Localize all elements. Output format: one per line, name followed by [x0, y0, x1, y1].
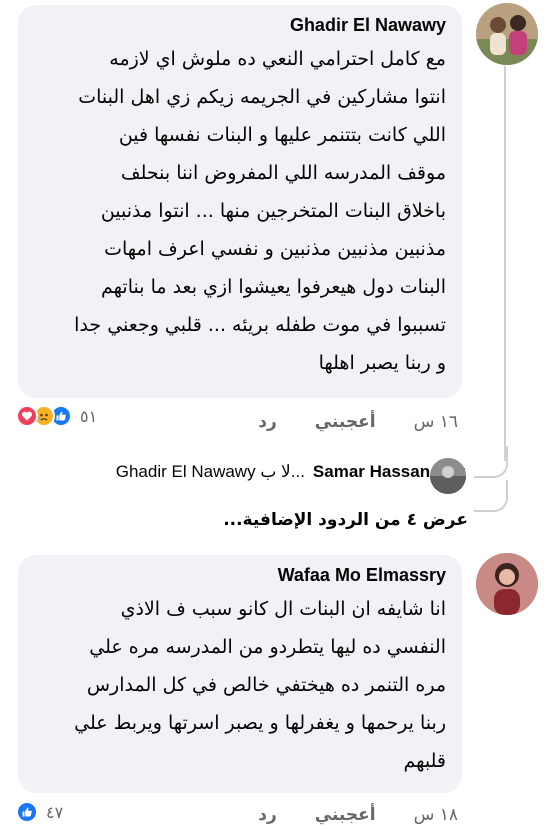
comment-line: تسببوا في موت طفله بريئه ... قلبي وجعني … [74, 314, 446, 336]
comment-line: ربنا يرحمها و يغفرلها و يصبر اسرتها ويرب… [74, 712, 446, 734]
comment-actions: ١٨ س أعجبني رد [258, 805, 458, 825]
view-more-replies-link[interactable]: عرض ٤ من الردود الإضافية... [223, 510, 468, 530]
reply-snippet: Ghadir El Nawawy لا ب... [115, 462, 305, 481]
love-reaction-icon [16, 405, 38, 427]
comment-bubble: Wafaa Mo Elmassry انا شايفه ان البنات ال… [18, 555, 462, 793]
comment-line: باخلاق البنات المتخرجين منها ... انتوا م… [100, 200, 446, 222]
comment-timestamp[interactable]: ١٦ س [414, 412, 458, 432]
profile-photo-icon [430, 458, 466, 494]
thread-line [504, 66, 506, 461]
comment-line: مره التنمر ده هيختفي خالص في كل المدارس [86, 674, 446, 696]
comment-author[interactable]: Ghadir El Nawawy [32, 15, 446, 36]
comment-timestamp[interactable]: ١٨ س [414, 805, 458, 825]
reply-button[interactable]: رد [258, 805, 277, 825]
reaction-count: ٥١ [80, 406, 98, 426]
comment-actions: ١٦ س أعجبني رد [258, 412, 458, 432]
reply-preview[interactable]: Ghadir El Nawawy لا ب... Samar Hassanato… [116, 462, 466, 482]
thread-line-curve [474, 446, 508, 478]
comment-line: مذنبين مذنبين مذنبين و نفسي اعرف امهات [104, 238, 446, 260]
comment-line: البنات دول هيعرفوا يعيشوا ازي بعد ما بنا… [101, 276, 446, 298]
comment-author[interactable]: Wafaa Mo Elmassry [32, 565, 446, 586]
avatar-samar[interactable] [430, 458, 466, 494]
like-button[interactable]: أعجبني [315, 805, 376, 825]
comment-line: انتوا مشاركين في الجريمه زيكم زي اهل الب… [78, 86, 446, 108]
like-reaction-icon [16, 801, 38, 823]
comment-line: النفسي ده ليها يتطردو من المدرسه مره علي [89, 636, 446, 658]
comment-line: انا شايفه ان البنات ال كانو سبب ف الاذي [120, 598, 446, 620]
like-button[interactable]: أعجبني [315, 412, 376, 432]
comment-bubble: Ghadir El Nawawy مع كامل احترامي النعي د… [18, 5, 462, 398]
thread-line-curve [474, 480, 508, 512]
profile-photo-icon [476, 3, 538, 65]
avatar-wafaa[interactable] [476, 553, 538, 615]
comment-line: موقف المدرسه اللي المفروض اننا بنحلف [120, 162, 446, 184]
comment-line: و ربنا يصبر اهلها [318, 352, 446, 374]
profile-photo-icon [476, 553, 538, 615]
reaction-summary[interactable]: ٥١ [16, 405, 97, 427]
reply-button[interactable]: رد [258, 412, 277, 432]
reaction-count: ٤٧ [46, 802, 64, 822]
comment-line: قلبهم [403, 750, 446, 772]
avatar-ghadir[interactable] [476, 3, 538, 65]
comment-line: اللي كانت بتتنمر عليها و البنات نفسها في… [118, 124, 446, 146]
comment-line: مع كامل احترامي النعي ده ملوش اي لازمه [109, 48, 446, 70]
reaction-summary[interactable]: ٤٧ [16, 801, 63, 823]
